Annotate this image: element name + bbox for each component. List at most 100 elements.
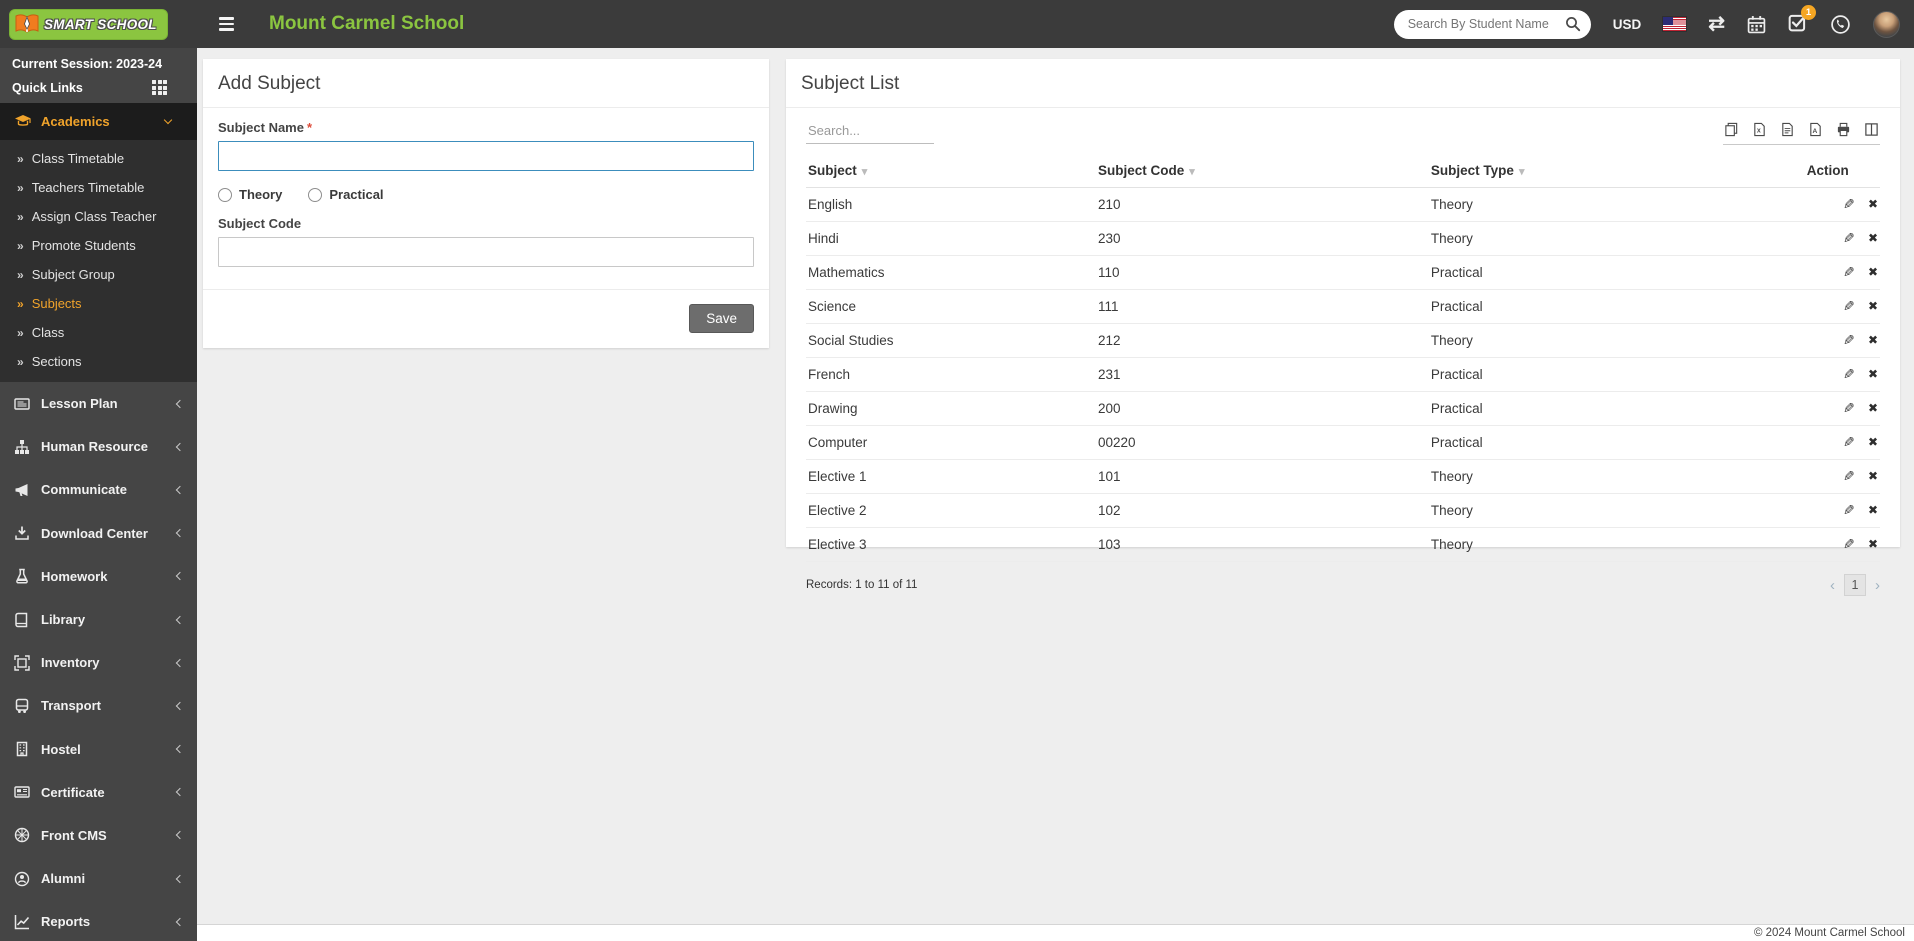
- edit-icon[interactable]: [1843, 298, 1855, 315]
- navbar-right-tools: USD ⇄ 1: [1393, 4, 1914, 39]
- currency-selector[interactable]: USD: [1613, 17, 1642, 32]
- main-content: Add Subject Subject Name * Theory Practic…: [197, 48, 1914, 924]
- columns-icon[interactable]: [1864, 122, 1879, 137]
- menu-item-label: Lesson Plan: [41, 396, 118, 412]
- footer-copyright: © 2024 Mount Carmel School: [197, 924, 1914, 941]
- sidebar-item-inventory[interactable]: Inventory: [0, 641, 197, 684]
- app-window: SMART SCHOOL Mount Carmel School USD ⇄: [0, 0, 1914, 941]
- sidebar-item-sections[interactable]: » Sections: [0, 347, 197, 376]
- sidebar-item-class-timetable[interactable]: » Class Timetable: [0, 144, 197, 173]
- menu-item-label: Front CMS: [41, 827, 107, 843]
- delete-icon[interactable]: [1868, 196, 1878, 213]
- sidebar-item-library[interactable]: Library: [0, 598, 197, 641]
- col-header-subject[interactable]: Subject: [806, 155, 1096, 188]
- edit-icon[interactable]: [1843, 196, 1855, 213]
- search-icon[interactable]: [1565, 16, 1581, 32]
- practical-radio[interactable]: Practical: [308, 187, 384, 202]
- menu-item-label: Alumni: [41, 871, 86, 887]
- school-name-title: Mount Carmel School: [269, 13, 465, 34]
- chevron-left-icon: [175, 831, 185, 840]
- sidebar-item-lesson-plan[interactable]: Lesson Plan: [0, 382, 197, 425]
- sub-item-label: Subjects: [31, 296, 82, 311]
- sidebar-item-download-center[interactable]: Download Center: [0, 512, 197, 555]
- calendar-icon[interactable]: [1747, 15, 1766, 34]
- edit-icon[interactable]: [1843, 264, 1855, 281]
- delete-icon[interactable]: [1868, 536, 1878, 553]
- tasks-icon[interactable]: 1: [1788, 4, 1816, 37]
- edit-icon[interactable]: [1843, 502, 1855, 519]
- student-search-input[interactable]: [1407, 17, 1565, 31]
- whatsapp-icon[interactable]: [1830, 14, 1851, 35]
- col-header-subject-code[interactable]: Subject Code: [1095, 155, 1429, 188]
- edit-icon[interactable]: [1843, 434, 1855, 451]
- menu-item-label: Download Center: [41, 525, 148, 541]
- delete-icon[interactable]: [1868, 230, 1878, 247]
- chevron-left-icon: [175, 874, 185, 883]
- logo-area[interactable]: SMART SCHOOL: [0, 0, 197, 48]
- delete-icon[interactable]: [1868, 264, 1878, 281]
- edit-icon[interactable]: [1843, 230, 1855, 247]
- edit-icon[interactable]: [1843, 366, 1855, 383]
- subject-name-input[interactable]: [218, 141, 754, 171]
- logo-text: SMART SCHOOL: [44, 16, 157, 32]
- next-page-icon[interactable]: ›: [1875, 578, 1880, 593]
- sidebar-item-teachers-timetable[interactable]: » Teachers Timetable: [0, 173, 197, 202]
- student-search-box[interactable]: [1393, 9, 1591, 39]
- theory-radio[interactable]: Theory: [218, 187, 282, 202]
- sidebar-item-alumni[interactable]: Alumni: [0, 857, 197, 900]
- task-badge: 1: [1801, 4, 1816, 20]
- csv-icon[interactable]: [1780, 122, 1795, 137]
- save-button[interactable]: Save: [689, 304, 754, 333]
- sidebar-item-homework[interactable]: Homework: [0, 555, 197, 598]
- menu-item-label: Communicate: [41, 482, 127, 498]
- edit-icon[interactable]: [1843, 400, 1855, 417]
- delete-icon[interactable]: [1868, 468, 1878, 485]
- chevron-left-icon: [175, 442, 185, 452]
- delete-icon[interactable]: [1868, 502, 1878, 519]
- edit-icon[interactable]: [1843, 468, 1855, 485]
- excel-icon[interactable]: x: [1752, 122, 1767, 137]
- print-icon[interactable]: [1836, 122, 1851, 137]
- us-flag-icon[interactable]: [1663, 17, 1687, 31]
- sidebar-item-front-cms[interactable]: Front CMS: [0, 814, 197, 857]
- page-number-button[interactable]: 1: [1844, 574, 1866, 596]
- exchange-icon[interactable]: ⇄: [1708, 14, 1725, 34]
- sidebar-item-subjects[interactable]: » Subjects: [0, 289, 197, 318]
- quick-links[interactable]: Quick Links: [0, 73, 197, 103]
- edit-icon[interactable]: [1843, 536, 1855, 553]
- user-avatar[interactable]: [1873, 10, 1900, 38]
- delete-icon[interactable]: [1868, 434, 1878, 451]
- subject-name-label: Subject Name *: [218, 120, 313, 135]
- sidebar-item-transport[interactable]: Transport: [0, 684, 197, 727]
- hostel-building-icon: [16, 741, 28, 757]
- delete-icon[interactable]: [1868, 332, 1878, 349]
- lesson-plan-icon: [14, 397, 30, 410]
- sidebar-item-human-resource[interactable]: Human Resource: [0, 425, 197, 468]
- sidebar-item-communicate[interactable]: Communicate: [0, 468, 197, 511]
- table-search-input[interactable]: [806, 120, 934, 144]
- prev-page-icon[interactable]: ‹: [1830, 578, 1835, 593]
- copy-icon[interactable]: [1724, 122, 1739, 137]
- sidebar-item-certificate[interactable]: Certificate: [0, 771, 197, 814]
- sidebar-item-assign-class-teacher[interactable]: » Assign Class Teacher: [0, 202, 197, 231]
- sidebar-item-class[interactable]: » Class: [0, 318, 197, 347]
- sidebar-item-reports[interactable]: Reports: [0, 900, 197, 941]
- menu-item-label: Certificate: [41, 784, 105, 800]
- sub-item-label: Class Timetable: [31, 151, 125, 166]
- delete-icon[interactable]: [1868, 298, 1878, 315]
- hamburger-icon[interactable]: [209, 7, 243, 41]
- pdf-icon[interactable]: A: [1808, 122, 1823, 137]
- alumni-icon: [14, 871, 30, 886]
- sidebar-item-hostel[interactable]: Hostel: [0, 728, 197, 771]
- delete-icon[interactable]: [1868, 400, 1878, 417]
- subject-code-input[interactable]: [218, 237, 754, 267]
- sidebar-item-label: Academics: [41, 114, 110, 129]
- sidebar-item-promote-students[interactable]: » Promote Students: [0, 231, 197, 260]
- chevron-left-icon: [175, 399, 185, 408]
- edit-icon[interactable]: [1843, 332, 1855, 349]
- delete-icon[interactable]: [1868, 366, 1878, 383]
- sidebar-item-academics[interactable]: Academics: [0, 103, 197, 140]
- sidebar-item-subject-group[interactable]: » Subject Group: [0, 260, 197, 289]
- radio-circle-icon: [308, 187, 323, 202]
- col-header-subject-type[interactable]: Subject Type: [1428, 155, 1805, 188]
